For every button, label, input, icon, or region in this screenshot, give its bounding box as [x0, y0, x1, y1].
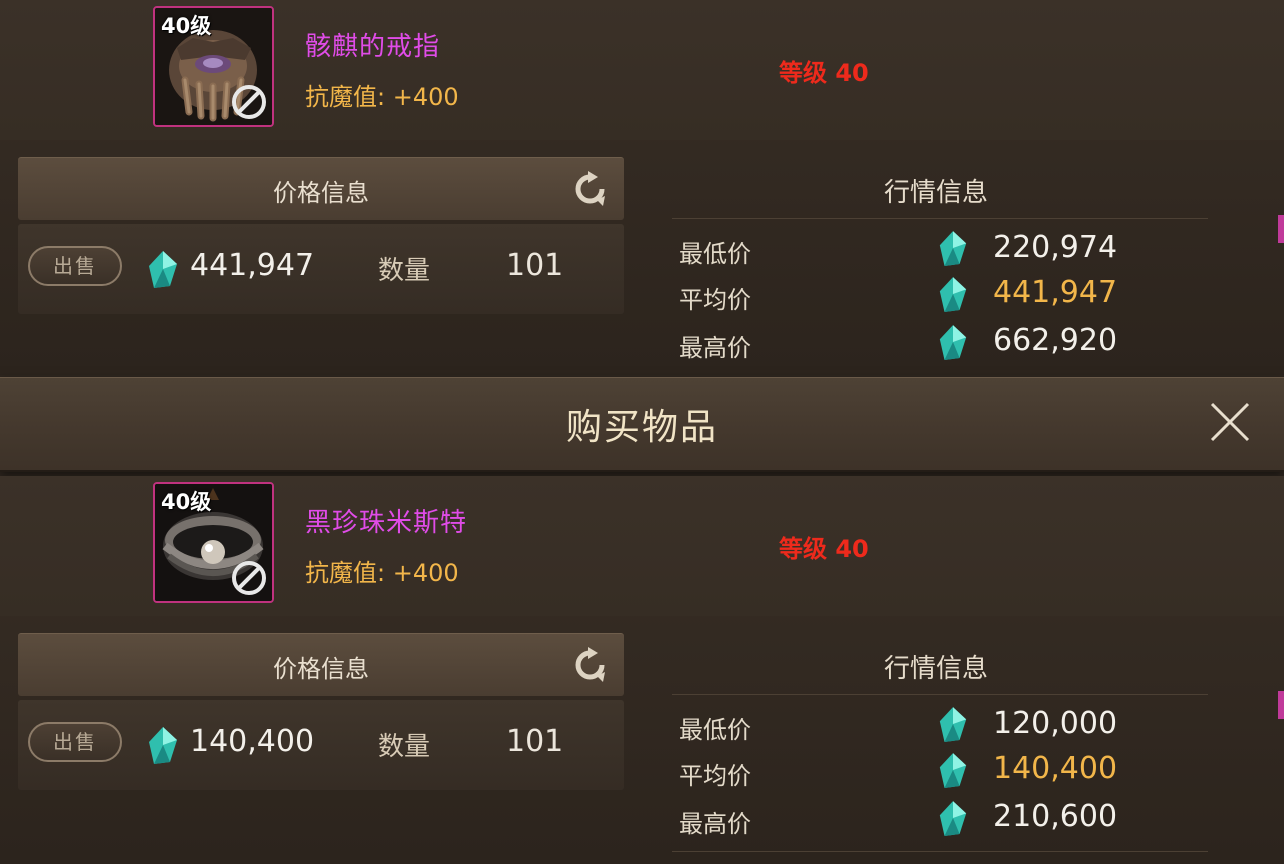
price-info-header: 价格信息 — [18, 157, 624, 220]
max-price-value: 210,600 — [993, 799, 1118, 834]
min-price-label: 最低价 — [679, 716, 751, 744]
level-requirement: 等级 40 — [779, 59, 869, 87]
quantity-label: 数量 — [378, 256, 431, 286]
refresh-icon[interactable] — [570, 169, 610, 209]
sell-price: 140,400 — [190, 724, 315, 759]
close-icon[interactable] — [1208, 400, 1252, 444]
edge-marker — [1278, 691, 1284, 719]
min-price-value: 220,974 — [993, 230, 1118, 265]
level-requirement: 等级 40 — [779, 535, 869, 563]
min-price-label: 最低价 — [679, 240, 751, 268]
sell-button[interactable]: 出售 — [28, 722, 122, 762]
item-name: 黑珍珠米斯特 — [305, 508, 468, 538]
refresh-icon[interactable] — [570, 645, 610, 685]
price-info-title: 价格信息 — [273, 655, 369, 683]
diamond-currency-icon — [939, 325, 967, 360]
max-price-value: 662,920 — [993, 323, 1118, 358]
diamond-currency-icon — [939, 277, 967, 312]
diamond-currency-icon — [149, 251, 177, 288]
price-info-title: 价格信息 — [273, 179, 369, 207]
item-header: 40级 黑珍珠米斯特 抗魔值: +400 等级 40 — [0, 476, 1284, 616]
item-slot[interactable]: 40级 — [153, 6, 274, 127]
market-info-title: 行情信息 — [884, 654, 989, 684]
price-info-header: 价格信息 — [18, 633, 624, 696]
avg-price-value: 441,947 — [993, 275, 1118, 310]
diamond-currency-icon — [939, 753, 967, 788]
sell-row: 出售 140,400 数量 101 — [18, 700, 624, 790]
not-tradeable-icon — [232, 561, 266, 595]
quantity-value: 101 — [506, 724, 564, 759]
divider — [672, 851, 1208, 852]
dialog-title-bar: 购买物品 — [0, 377, 1284, 472]
dialog-title: 购买物品 — [565, 407, 718, 448]
item-header: 40级 骸麒的戒指 抗魔值: +400 等级 40 — [0, 0, 1284, 140]
diamond-currency-icon — [939, 707, 967, 742]
avg-price-label: 平均价 — [679, 762, 751, 790]
diamond-currency-icon — [149, 727, 177, 764]
diamond-currency-icon — [939, 231, 967, 266]
not-tradeable-icon — [232, 85, 266, 119]
sell-price: 441,947 — [190, 248, 315, 283]
edge-marker — [1278, 215, 1284, 243]
listing-panel-2: 40级 黑珍珠米斯特 抗魔值: +400 等级 40 价格信息 出售 140,4… — [0, 476, 1284, 864]
item-level-badge: 40级 — [161, 490, 212, 514]
sell-row: 出售 441,947 数量 101 — [18, 224, 624, 314]
divider — [672, 694, 1208, 695]
item-stat: 抗魔值: +400 — [305, 559, 459, 587]
diamond-currency-icon — [939, 801, 967, 836]
quantity-label: 数量 — [378, 732, 431, 762]
item-level-badge: 40级 — [161, 14, 212, 38]
divider — [672, 218, 1208, 219]
listing-panel-1: 40级 骸麒的戒指 抗魔值: +400 等级 40 价格信息 出售 441,94… — [0, 0, 1284, 375]
sell-button[interactable]: 出售 — [28, 246, 122, 286]
max-price-label: 最高价 — [679, 334, 751, 362]
item-stat: 抗魔值: +400 — [305, 83, 459, 111]
min-price-value: 120,000 — [993, 706, 1118, 741]
item-name: 骸麒的戒指 — [305, 32, 441, 62]
quantity-value: 101 — [506, 248, 564, 283]
max-price-label: 最高价 — [679, 810, 751, 838]
avg-price-value: 140,400 — [993, 751, 1118, 786]
item-slot[interactable]: 40级 — [153, 482, 274, 603]
avg-price-label: 平均价 — [679, 286, 751, 314]
market-info-title: 行情信息 — [884, 178, 989, 208]
